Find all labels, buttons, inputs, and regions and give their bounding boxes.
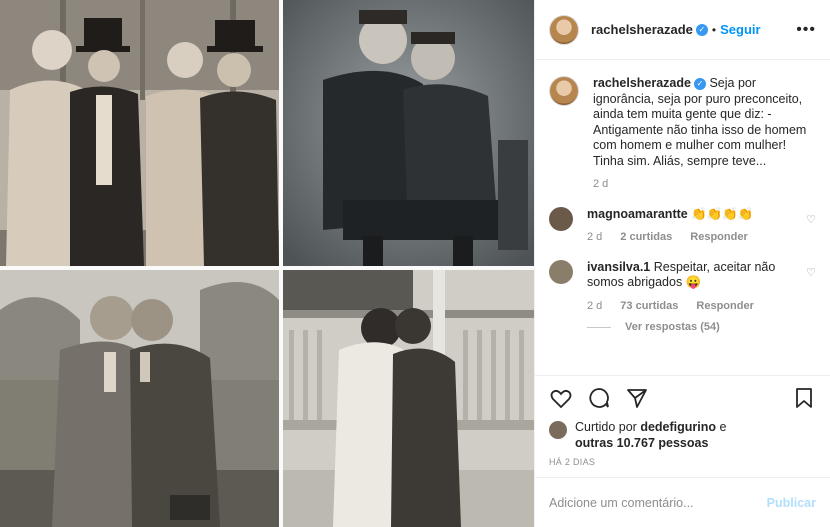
likes-summary: Curtido por dedefigurino e outras 10.767… — [535, 419, 830, 451]
photo-two-men-sitting — [283, 0, 534, 266]
comment-avatar[interactable] — [549, 206, 573, 231]
heart-icon[interactable]: ♡ — [806, 213, 816, 246]
photo-four-people — [0, 0, 279, 266]
post-date[interactable]: HÁ 2 DIAS — [535, 451, 830, 477]
caption-username[interactable]: rachelsherazade — [593, 76, 691, 90]
comment-item: magnoamarantte 👏👏👏👏 2 d 2 curtidas Respo… — [549, 206, 816, 246]
add-comment-bar: Adicione um comentário... Publicar — [535, 477, 830, 527]
comment-username[interactable]: ivansilva.1 — [587, 260, 650, 274]
view-replies[interactable]: Ver respostas (54) — [587, 320, 800, 336]
comment-likes[interactable]: 73 curtidas — [620, 299, 678, 315]
caption-avatar[interactable] — [549, 76, 579, 106]
photo-two-men-outdoors — [0, 270, 279, 527]
comment-input[interactable]: Adicione um comentário... — [549, 496, 767, 510]
post-media[interactable] — [0, 0, 534, 527]
liker-avatar[interactable] — [549, 421, 567, 439]
post-header: rachelsherazade ✓ • Seguir ••• — [535, 0, 830, 60]
comment-avatar[interactable] — [549, 259, 573, 284]
comment-likes[interactable]: 2 curtidas — [620, 230, 672, 246]
comment-age[interactable]: 2 d — [587, 230, 602, 246]
replies-line — [587, 327, 611, 329]
publish-button[interactable]: Publicar — [767, 496, 816, 510]
verified-icon: ✓ — [695, 23, 708, 36]
comment-item: ivansilva.1 Respeitar, aceitar não somos… — [549, 259, 816, 336]
comments-list[interactable]: rachelsherazade ✓ Seja por ignorância, se… — [535, 60, 830, 375]
follow-button[interactable]: Seguir — [720, 22, 760, 37]
bookmark-icon[interactable] — [792, 386, 816, 410]
avatar[interactable] — [549, 14, 579, 45]
liker-username[interactable]: dedefigurino — [640, 420, 716, 434]
likes-middle: e — [719, 420, 727, 434]
comment-username[interactable]: magnoamarantte — [587, 207, 688, 221]
share-icon[interactable] — [625, 386, 649, 410]
caption-age[interactable]: 2 d — [593, 177, 608, 193]
reply-button[interactable]: Responder — [696, 299, 753, 315]
heart-icon[interactable]: ♡ — [806, 266, 816, 336]
header-username[interactable]: rachelsherazade — [591, 22, 693, 37]
verified-icon: ✓ — [693, 77, 706, 90]
comment-age[interactable]: 2 d — [587, 299, 602, 315]
comment-icon[interactable] — [587, 386, 611, 410]
caption: rachelsherazade ✓ Seja por ignorância, se… — [549, 76, 816, 193]
more-options-icon[interactable]: ••• — [796, 21, 816, 39]
instagram-post: rachelsherazade ✓ • Seguir ••• rachelshe… — [0, 0, 830, 527]
view-replies-label[interactable]: Ver respostas (54) — [625, 320, 720, 336]
post-sidebar: rachelsherazade ✓ • Seguir ••• rachelshe… — [534, 0, 830, 527]
comment-text: 👏👏👏👏 — [691, 206, 754, 221]
caption-text-2: Tinha sim. Aliás, sempre teve... — [593, 153, 767, 168]
action-bar — [535, 375, 830, 419]
like-icon[interactable] — [549, 386, 573, 410]
photo-two-women-porch — [283, 270, 534, 527]
likes-count[interactable]: outras 10.767 pessoas — [575, 436, 708, 450]
likes-prefix: Curtido por — [575, 420, 637, 434]
separator-dot: • — [711, 22, 717, 37]
reply-button[interactable]: Responder — [690, 230, 747, 246]
